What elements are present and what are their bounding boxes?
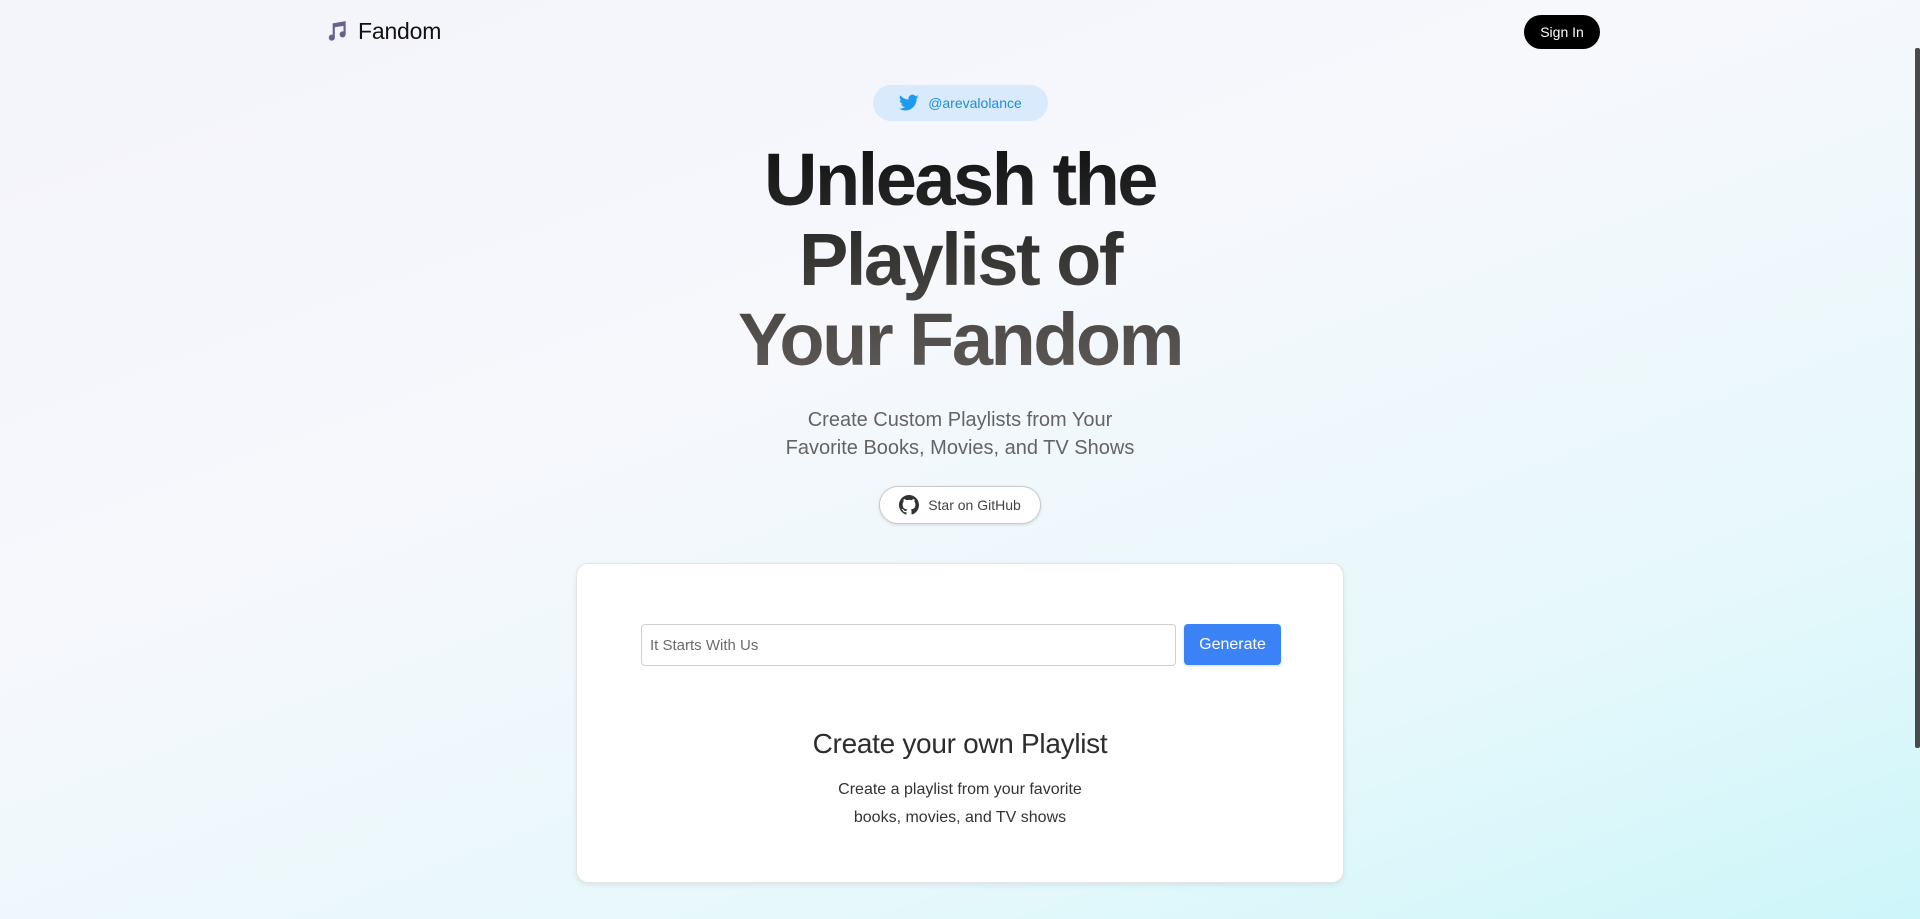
hero-line-3: Your Fandom <box>738 298 1182 381</box>
twitter-handle: @arevalolance <box>928 95 1022 111</box>
card-text-line-2: books, movies, and TV shows <box>853 809 1067 826</box>
hero-line-2: Playlist of <box>798 218 1122 301</box>
music-notes-icon <box>328 20 346 41</box>
card-description: Create a playlist from your favorite boo… <box>810 776 1110 832</box>
card-title: Create your own Playlist <box>812 728 1108 759</box>
twitter-handle-link[interactable]: @arevalolance <box>873 85 1048 121</box>
github-icon <box>899 495 920 515</box>
twitter-bird-icon <box>899 94 919 111</box>
playlist-generator-card: Generate Create your own Playlist Create… <box>576 563 1344 883</box>
brand-link[interactable]: Fandom <box>324 18 441 45</box>
brand-name: Fandom <box>358 18 442 44</box>
hero-subtitle: Create Custom Playlists from Your Favori… <box>710 406 1210 462</box>
subtitle-line-2: Favorite Books, Movies, and TV Shows <box>785 437 1135 459</box>
site-header: Fandom Sign In <box>0 0 1914 66</box>
sign-in-button[interactable]: Sign In <box>1524 15 1600 49</box>
fandom-search-input[interactable] <box>641 624 1176 666</box>
generate-button[interactable]: Generate <box>1184 624 1281 665</box>
hero-heading: Unleash the Playlist of Your Fandom <box>660 140 1260 380</box>
star-on-github-button[interactable]: Star on GitHub <box>879 486 1041 524</box>
hero-line-1: Unleash the <box>764 138 1156 221</box>
card-text-line-1: Create a playlist from your favorite <box>838 781 1082 798</box>
page-scrollbar[interactable] <box>1914 0 1920 919</box>
subtitle-line-1: Create Custom Playlists from Your <box>807 409 1113 431</box>
github-button-label: Star on GitHub <box>928 497 1021 513</box>
scrollbar-thumb[interactable] <box>1915 48 1920 748</box>
